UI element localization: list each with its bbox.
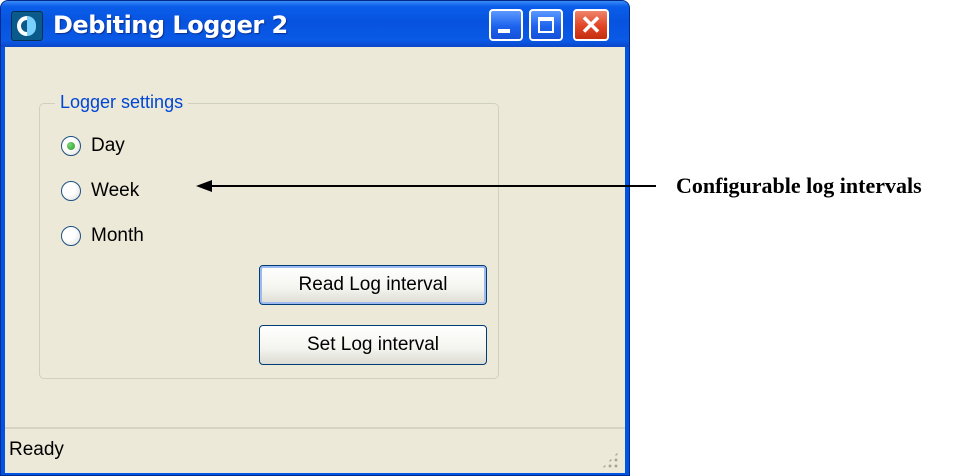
radio-label-month[interactable]: Month	[91, 224, 144, 248]
close-button[interactable]: ✕	[573, 9, 609, 41]
minimize-button[interactable]	[489, 9, 523, 41]
radio-label-day[interactable]: Day	[91, 134, 125, 158]
title-bar[interactable]: Debiting Logger 2 ✕	[1, 1, 629, 47]
set-log-interval-button[interactable]: Set Log interval	[259, 325, 487, 365]
radio-button[interactable]	[61, 136, 81, 156]
radio-selected-dot	[67, 142, 75, 150]
status-text: Ready	[9, 439, 64, 460]
close-icon: ✕	[580, 10, 602, 40]
annotation-arrow-icon	[196, 180, 656, 192]
read-log-interval-button[interactable]: Read Log interval	[259, 265, 487, 305]
status-bar: Ready	[5, 427, 625, 473]
annotation-label: Configurable log intervals	[676, 173, 922, 198]
minimize-icon	[498, 29, 510, 33]
resize-grip-icon[interactable]	[601, 451, 619, 469]
radio-button[interactable]	[61, 226, 81, 246]
radio-label-week[interactable]: Week	[91, 179, 139, 203]
app-logo-icon[interactable]	[11, 11, 43, 41]
maximize-icon	[538, 17, 554, 33]
maximize-button[interactable]	[529, 9, 563, 41]
window-title: Debiting Logger 2	[53, 11, 288, 39]
group-label: Logger settings	[55, 91, 189, 113]
client-area: Logger settings Day Week Month Read Log …	[5, 47, 625, 427]
app-window: Debiting Logger 2 ✕ Logger settings Day …	[0, 0, 630, 476]
radio-button[interactable]	[61, 181, 81, 201]
